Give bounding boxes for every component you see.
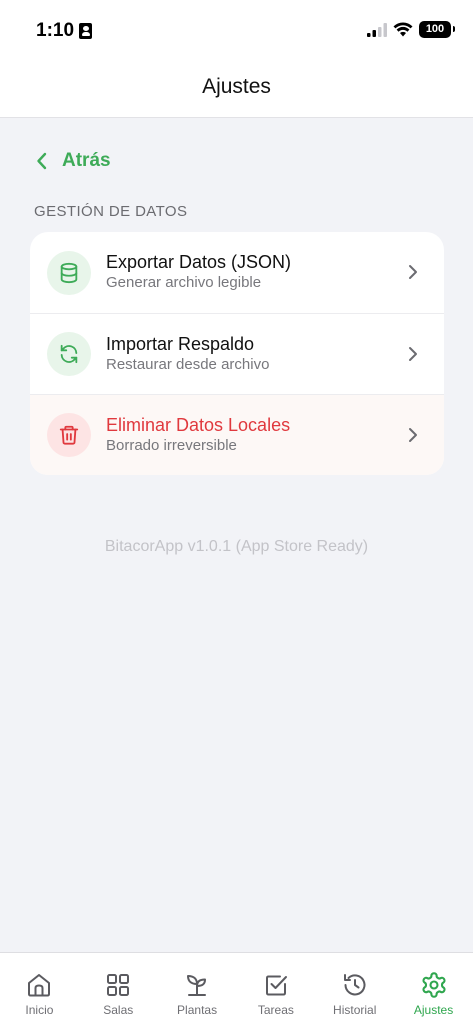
header: Ajustes	[0, 60, 473, 118]
tab-bar: Inicio Salas Plantas Tareas Historial Aj…	[0, 952, 473, 1024]
app-version: BitacorApp v1.0.1 (App Store Ready)	[104, 538, 369, 555]
grid-icon	[107, 974, 130, 996]
trash-icon	[47, 413, 91, 457]
tab-salas[interactable]: Salas	[79, 953, 158, 1024]
export-data-text: Exportar Datos (JSON) Generar archivo le…	[106, 251, 291, 293]
page-title: Ajustes	[202, 74, 271, 98]
row-subtitle: Restaurar desde archivo	[106, 356, 270, 373]
delete-local-data-row[interactable]: Eliminar Datos Locales Borrado irreversi…	[30, 394, 444, 475]
battery-indicator: 100	[419, 21, 455, 38]
status-time-group: 1:10	[36, 20, 93, 42]
row-subtitle: Generar archivo legible	[106, 274, 262, 291]
row-title: Importar Respaldo	[106, 334, 255, 354]
signal-icon	[367, 22, 387, 37]
back-button[interactable]: Atrás	[36, 150, 111, 172]
row-title: Eliminar Datos Locales	[106, 415, 291, 435]
status-bar: 1:10 100	[0, 0, 473, 60]
chevron-right-icon	[409, 428, 417, 442]
tab-tareas[interactable]: Tareas	[236, 953, 315, 1024]
tab-plantas[interactable]: Plantas	[158, 953, 237, 1024]
tab-label: Salas	[103, 1003, 134, 1017]
wifi-icon	[393, 22, 413, 37]
chevron-right-icon	[409, 265, 417, 279]
checkbox-icon	[265, 975, 287, 996]
row-title: Exportar Datos (JSON)	[106, 252, 292, 272]
status-time: 1:10	[36, 20, 75, 41]
tab-ajustes[interactable]: Ajustes	[394, 953, 473, 1024]
import-backup-text: Importar Respaldo Restaurar desde archiv…	[106, 333, 269, 375]
back-label: Atrás	[62, 150, 111, 171]
chevron-left-icon	[37, 152, 47, 170]
database-icon	[47, 250, 91, 295]
home-icon	[28, 974, 51, 997]
export-data-row[interactable]: Exportar Datos (JSON) Generar archivo le…	[30, 232, 444, 313]
status-indicators: 100	[367, 21, 455, 38]
chevron-right-icon	[409, 347, 417, 361]
tab-label: Historial	[333, 1003, 377, 1017]
tab-label: Plantas	[177, 1003, 218, 1017]
tab-label: Inicio	[25, 1003, 54, 1017]
settings-screen: 1:10 100 Ajustes Atrás GESTIÓN DE DATOS …	[0, 0, 473, 1024]
import-backup-row[interactable]: Importar Respaldo Restaurar desde archiv…	[30, 313, 444, 394]
data-management-card: Exportar Datos (JSON) Generar archivo le…	[30, 232, 444, 475]
section-title: GESTIÓN DE DATOS	[34, 203, 188, 220]
refresh-icon	[47, 332, 91, 376]
contact-card-icon	[79, 23, 93, 39]
tab-historial[interactable]: Historial	[315, 953, 394, 1024]
tab-label: Tareas	[257, 1003, 294, 1017]
row-subtitle: Borrado irreversible	[106, 437, 237, 454]
tab-label: Ajustes	[413, 1003, 454, 1017]
sprout-icon	[187, 975, 207, 996]
gear-icon	[421, 972, 446, 998]
tab-inicio[interactable]: Inicio	[0, 953, 79, 1024]
delete-local-data-text: Eliminar Datos Locales Borrado irreversi…	[106, 414, 290, 456]
history-icon	[343, 974, 366, 996]
